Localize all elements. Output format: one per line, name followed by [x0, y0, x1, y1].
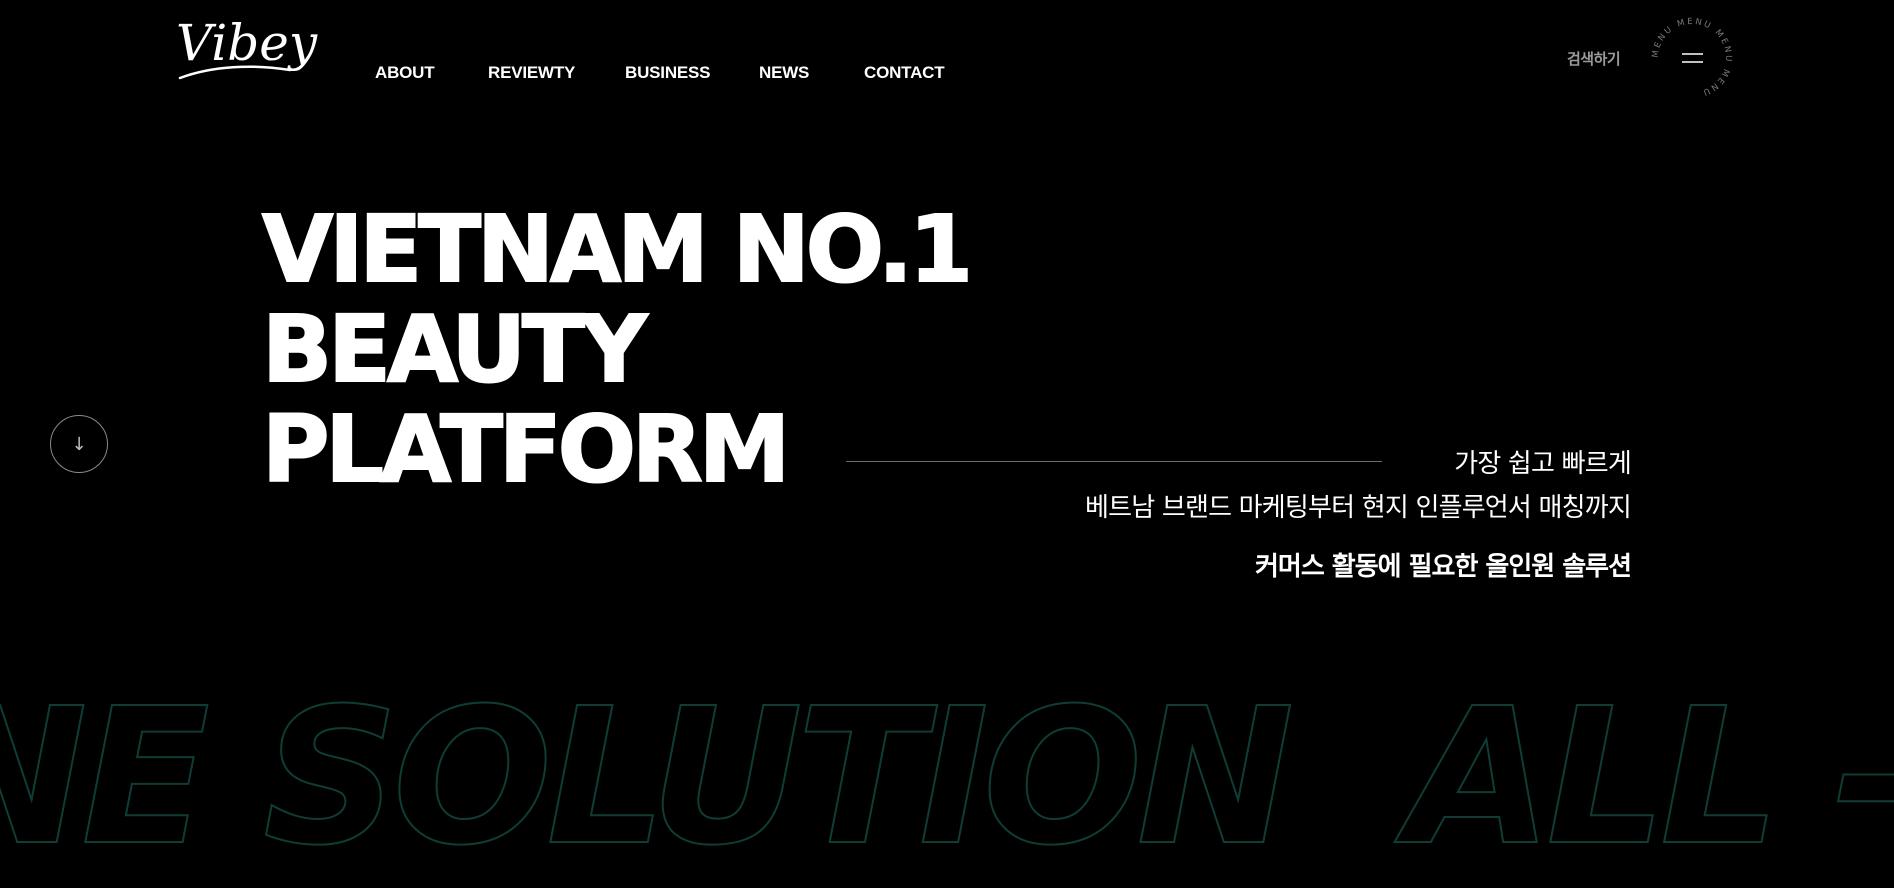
nav-contact[interactable]: CONTACT	[864, 63, 954, 83]
page: Vibey ABOUT REVIEWTY BUSINESS NEWS CONTA…	[0, 0, 1894, 888]
scroll-down-button[interactable]: ↓	[50, 415, 108, 473]
marquee: NE SOLUTION ALL - I	[0, 690, 1894, 870]
hero-title-line-3: PLATFORM	[261, 396, 791, 503]
nav-reviewty[interactable]: REVIEWTY	[488, 63, 625, 83]
tagline-1: 가장 쉽고 빠르게	[1454, 449, 1632, 479]
logo-text: Vibey	[176, 14, 318, 72]
menu-ring-text: MENU MENU MENU MENU	[1651, 17, 1733, 98]
logo[interactable]: Vibey	[172, 8, 318, 94]
menu-button[interactable]: MENU MENU MENU MENU	[1648, 14, 1736, 102]
marquee-text: NE SOLUTION ALL - I	[0, 690, 1894, 870]
main-nav: ABOUT REVIEWTY BUSINESS NEWS CONTACT	[375, 63, 954, 83]
nav-news[interactable]: NEWS	[759, 63, 864, 83]
tagline-3: 커머스 활동에 필요한 올인원 솔루션	[1254, 552, 1632, 582]
hamburger-icon	[1682, 53, 1703, 63]
nav-about[interactable]: ABOUT	[375, 63, 488, 83]
logo-mark: Vibey	[176, 14, 318, 80]
menu-ring: MENU MENU MENU MENU	[1651, 17, 1733, 98]
hero-title-line-1: VIETNAM NO.1	[261, 196, 974, 303]
arrow-down-icon: ↓	[71, 433, 87, 455]
tagline-2: 베트남 브랜드 마케팅부터 현지 인플루언서 매칭까지	[1085, 493, 1632, 523]
nav-business[interactable]: BUSINESS	[625, 63, 759, 83]
hero-title: VIETNAM NO.1 BEAUTY PLATFORM	[261, 196, 974, 503]
hero-title-line-2: BEAUTY	[261, 296, 648, 403]
divider-line	[846, 461, 1382, 462]
search-button[interactable]: 검색하기	[1567, 48, 1621, 69]
marquee-svg: NE SOLUTION ALL - I	[0, 690, 1894, 870]
